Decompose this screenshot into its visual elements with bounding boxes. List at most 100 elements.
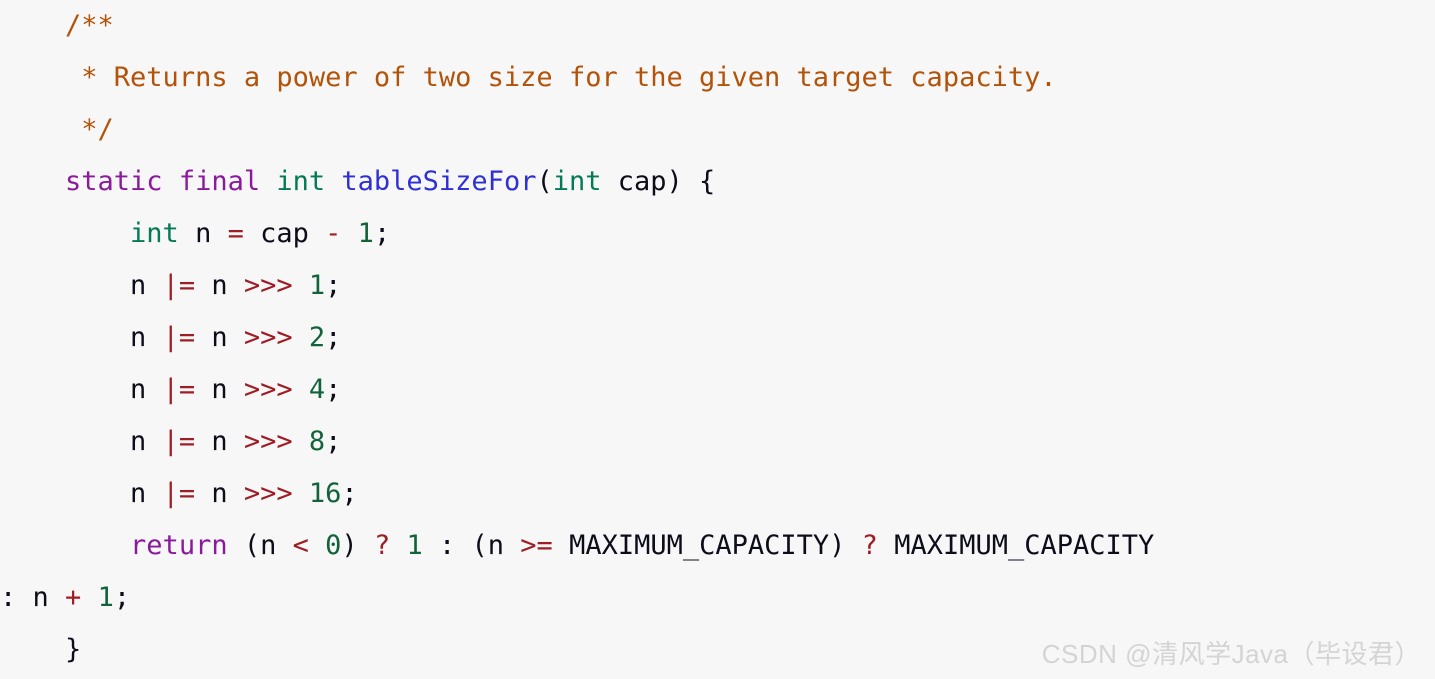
token-punct: ; xyxy=(341,478,358,509)
token-op: >>> xyxy=(243,270,293,301)
token-plain: MAXIMUM_CAPACITY) xyxy=(552,530,862,561)
token-op: ? xyxy=(373,530,391,561)
line-return-ternary: return (n < 0) ? 1 : (n >= MAXIMUM_CAPAC… xyxy=(0,520,1435,572)
token-op: - xyxy=(325,218,342,249)
token-comment: */ xyxy=(81,114,114,145)
token-op: |= xyxy=(162,478,196,509)
token-plain: n xyxy=(130,426,163,457)
token-op: ? xyxy=(861,530,878,561)
line-comment-body: * Returns a power of two size for the gi… xyxy=(0,52,1435,104)
token-punct: ; xyxy=(373,218,391,249)
token-op: >>> xyxy=(243,322,293,353)
token-plain: n xyxy=(130,322,163,353)
token-op: = xyxy=(227,218,244,249)
token-op: |= xyxy=(162,426,196,457)
token-op: >>> xyxy=(243,374,293,405)
token-plain: n xyxy=(130,478,163,509)
token-op: |= xyxy=(162,374,196,405)
token-punct: ( xyxy=(536,166,553,197)
token-punct: ; xyxy=(325,322,342,353)
token-function: tableSizeFor xyxy=(341,166,537,197)
token-op: >>> xyxy=(243,426,293,457)
token-op: < xyxy=(292,530,309,561)
token-num: 0 xyxy=(325,530,342,561)
token-punct: (n xyxy=(471,530,521,561)
token-op: >>> xyxy=(243,478,293,509)
token-comment: * Returns a power of two size for the gi… xyxy=(81,62,1057,93)
token-num: 4 xyxy=(308,374,326,405)
line-int-n-decl: int n = cap - 1; xyxy=(0,208,1435,260)
token-punct: ; xyxy=(325,426,342,457)
token-punct: ) xyxy=(341,530,374,561)
token-num: 8 xyxy=(308,426,326,457)
code-viewer: /** * Returns a power of two size for th… xyxy=(0,0,1435,679)
token-plain: n xyxy=(130,270,163,301)
line-shift-4: n |= n >>> 4; xyxy=(0,364,1435,416)
line-shift-2: n |= n >>> 2; xyxy=(0,312,1435,364)
token-plain: n xyxy=(195,218,228,249)
token-num: 1 xyxy=(406,530,423,561)
token-keyword: return xyxy=(130,530,228,561)
token-keyword: static final xyxy=(65,166,277,197)
token-plain: n xyxy=(195,322,244,353)
code-lines-container: /** * Returns a power of two size for th… xyxy=(0,0,1435,676)
token-comment: /** xyxy=(65,10,114,41)
line-shift-16: n |= n >>> 16; xyxy=(0,468,1435,520)
line-return-wrapped: : n + 1; xyxy=(0,572,1435,624)
token-num: 1 xyxy=(357,218,374,249)
token-num: 1 xyxy=(308,270,326,301)
token-punct: ; xyxy=(325,270,342,301)
token-type: int xyxy=(552,166,618,197)
token-type: int xyxy=(130,218,196,249)
token-plain: MAXIMUM_CAPACITY xyxy=(877,530,1155,561)
token-punct: ; xyxy=(325,374,342,405)
csdn-watermark: CSDN @清风学Java（毕设君） xyxy=(1041,639,1421,669)
token-op: |= xyxy=(162,270,196,301)
token-plain: cap xyxy=(243,218,326,249)
token-op: |= xyxy=(162,322,196,353)
line-comment-open: /** xyxy=(0,0,1435,52)
token-punct: (n xyxy=(227,530,293,561)
token-plain: n xyxy=(195,478,244,509)
line-shift-8: n |= n >>> 8; xyxy=(0,416,1435,468)
token-plain: n xyxy=(195,270,244,301)
token-punct: ; xyxy=(113,582,131,613)
token-num: 1 xyxy=(97,582,114,613)
token-num: 2 xyxy=(308,322,326,353)
token-num: 16 xyxy=(308,478,342,509)
token-op: >= xyxy=(520,530,553,561)
token-punct: ) { xyxy=(666,166,716,197)
token-punct: } xyxy=(65,634,82,665)
line-shift-1: n |= n >>> 1; xyxy=(0,260,1435,312)
token-punct: : n xyxy=(0,582,66,613)
token-type: int xyxy=(276,166,342,197)
line-comment-close: */ xyxy=(0,104,1435,156)
token-plain: n xyxy=(195,374,244,405)
token-plain: n xyxy=(130,374,163,405)
token-op: + xyxy=(65,582,82,613)
line-method-signature: static final int tableSizeFor(int cap) { xyxy=(0,156,1435,208)
token-punct: : xyxy=(422,530,472,561)
token-plain: n xyxy=(195,426,244,457)
